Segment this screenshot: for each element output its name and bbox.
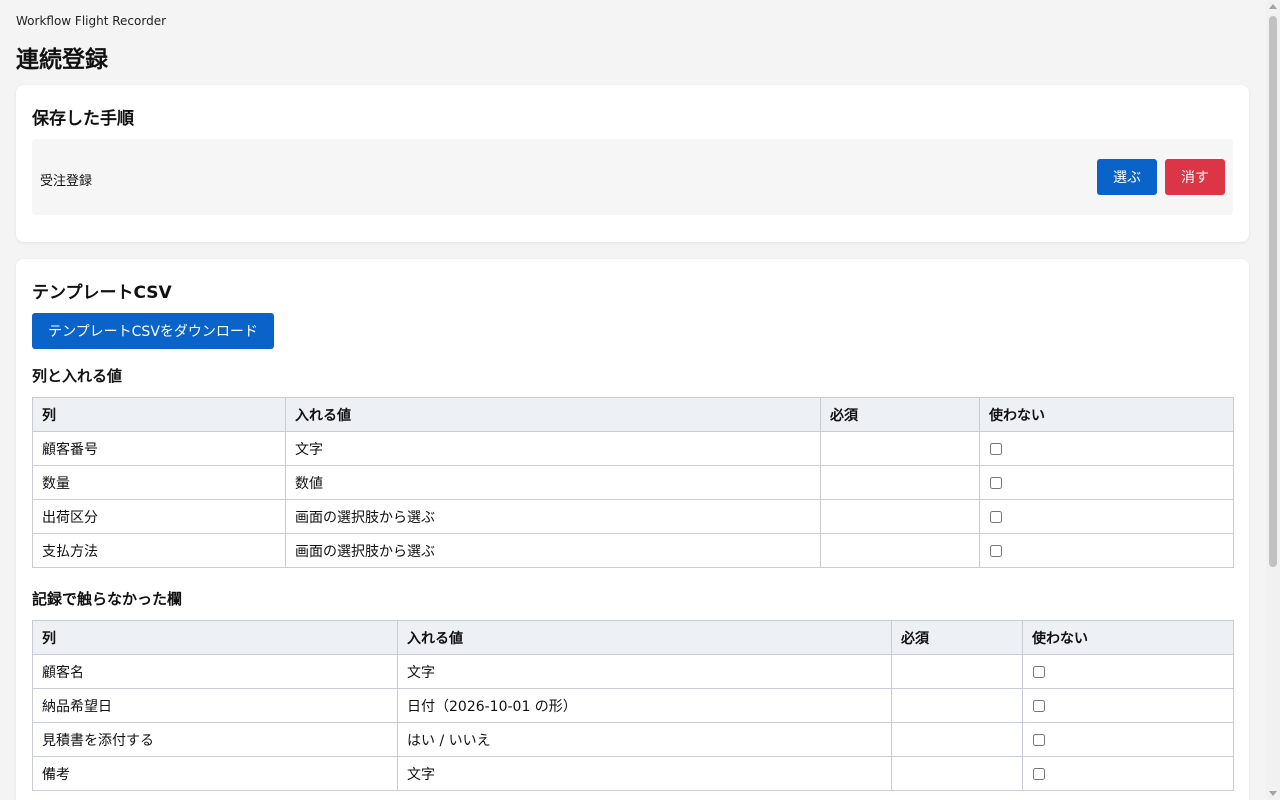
saved-procedures-heading: 保存した手順: [32, 109, 134, 129]
download-template-button[interactable]: テンプレートCSVをダウンロード: [32, 313, 274, 349]
cell-unused: [979, 431, 1234, 466]
template-csv-card: テンプレートCSV テンプレートCSVをダウンロード 列と入れる値 列 入れる値…: [16, 259, 1249, 800]
cell-required: [820, 431, 980, 466]
untouched-table: 列 入れる値 必須 使わない 顧客名 文字 納品希望日 日付（2026-10-01 の…: [32, 620, 1234, 791]
cell-required: [891, 756, 1023, 791]
scroll-up-arrow-icon[interactable]: [1269, 4, 1277, 9]
column-header-required: 必須: [820, 397, 980, 432]
select-procedure-button[interactable]: 選ぶ: [1097, 159, 1157, 195]
table-row: 支払方法 画面の選択肢から選ぶ: [32, 533, 1234, 568]
cell-required: [891, 688, 1023, 723]
page-viewport: Workflow Flight Recorder 連続登録 保存した手順 受注登…: [0, 0, 1266, 800]
column-header-value: 入れる値: [285, 397, 821, 432]
columns-heading: 列と入れる値: [32, 367, 123, 385]
unused-checkbox[interactable]: [990, 544, 1002, 557]
unused-checkbox[interactable]: [1033, 767, 1045, 780]
unused-checkbox[interactable]: [1033, 665, 1045, 678]
cell-input-value: はい / いいえ: [397, 722, 892, 757]
cell-column-name: 顧客番号: [32, 431, 286, 466]
cell-unused: [1022, 722, 1234, 757]
column-header-unused: 使わない: [1022, 620, 1234, 655]
vertical-scrollbar[interactable]: [1266, 0, 1280, 800]
unused-checkbox[interactable]: [990, 442, 1002, 455]
saved-procedures-card: 保存した手順 受注登録 選ぶ 消す: [16, 85, 1249, 242]
cell-column-name: 出荷区分: [32, 499, 286, 534]
cell-column-name: 数量: [32, 465, 286, 500]
cell-column-name: 見積書を添付する: [32, 722, 398, 757]
cell-input-value: 文字: [397, 654, 892, 689]
cell-required: [891, 722, 1023, 757]
app-title: Workflow Flight Recorder: [16, 14, 167, 28]
cell-unused: [979, 499, 1234, 534]
cell-column-name: 備考: [32, 756, 398, 791]
template-csv-heading: テンプレートCSV: [32, 283, 172, 303]
unused-checkbox[interactable]: [990, 476, 1002, 489]
delete-procedure-button[interactable]: 消す: [1165, 159, 1225, 195]
cell-required: [820, 533, 980, 568]
cell-input-value: 文字: [285, 431, 821, 466]
cell-unused: [1022, 688, 1234, 723]
table-row: 顧客番号 文字: [32, 431, 1234, 466]
cell-required: [820, 465, 980, 500]
columns-table-body: 顧客番号 文字 数量 数値 出荷区分 画面の選択肢から選ぶ 支払方法 画面の選択肢から選ぶ: [32, 431, 1234, 568]
cell-column-name: 顧客名: [32, 654, 398, 689]
table-row: 数量 数値: [32, 465, 1234, 500]
untouched-table-body: 顧客名 文字 納品希望日 日付（2026-10-01 の形） 見積書を添付する はい / …: [32, 654, 1234, 791]
cell-input-value: 画面の選択肢から選ぶ: [285, 533, 821, 568]
cell-unused: [979, 465, 1234, 500]
procedure-name: 受注登録: [40, 174, 93, 189]
scroll-down-arrow-icon[interactable]: [1269, 791, 1277, 796]
scrollbar-thumb[interactable]: [1269, 16, 1277, 567]
unused-checkbox[interactable]: [1033, 733, 1045, 746]
column-header-name: 列: [32, 397, 286, 432]
table-row: 顧客名 文字: [32, 654, 1234, 689]
cell-input-value: 数値: [285, 465, 821, 500]
cell-unused: [1022, 654, 1234, 689]
cell-required: [891, 654, 1023, 689]
column-header-name: 列: [32, 620, 398, 655]
cell-unused: [1022, 756, 1234, 791]
procedure-row: 受注登録 選ぶ 消す: [32, 139, 1233, 215]
untouched-heading: 記録で触らなかった欄: [32, 590, 183, 608]
cell-column-name: 支払方法: [32, 533, 286, 568]
table-row: 備考 文字: [32, 756, 1234, 791]
cell-input-value: 日付（2026-10-01 の形）: [397, 688, 892, 723]
columns-table: 列 入れる値 必須 使わない 顧客番号 文字 数量 数値 出荷区分 画面の選択肢から選ぶ支…: [32, 397, 1234, 568]
cell-required: [820, 499, 980, 534]
cell-input-value: 画面の選択肢から選ぶ: [285, 499, 821, 534]
column-header-required: 必須: [891, 620, 1023, 655]
cell-input-value: 文字: [397, 756, 892, 791]
cell-column-name: 納品希望日: [32, 688, 398, 723]
table-header-row: 列 入れる値 必須 使わない: [32, 397, 1234, 432]
table-row: 出荷区分 画面の選択肢から選ぶ: [32, 499, 1234, 534]
column-header-unused: 使わない: [979, 397, 1234, 432]
column-header-value: 入れる値: [397, 620, 892, 655]
unused-checkbox[interactable]: [1033, 699, 1045, 712]
table-row: 見積書を添付する はい / いいえ: [32, 722, 1234, 757]
page-title: 連続登録: [16, 47, 108, 73]
cell-unused: [979, 533, 1234, 568]
unused-checkbox[interactable]: [990, 510, 1002, 523]
table-row: 納品希望日 日付（2026-10-01 の形）: [32, 688, 1234, 723]
table-header-row: 列 入れる値 必須 使わない: [32, 620, 1234, 655]
